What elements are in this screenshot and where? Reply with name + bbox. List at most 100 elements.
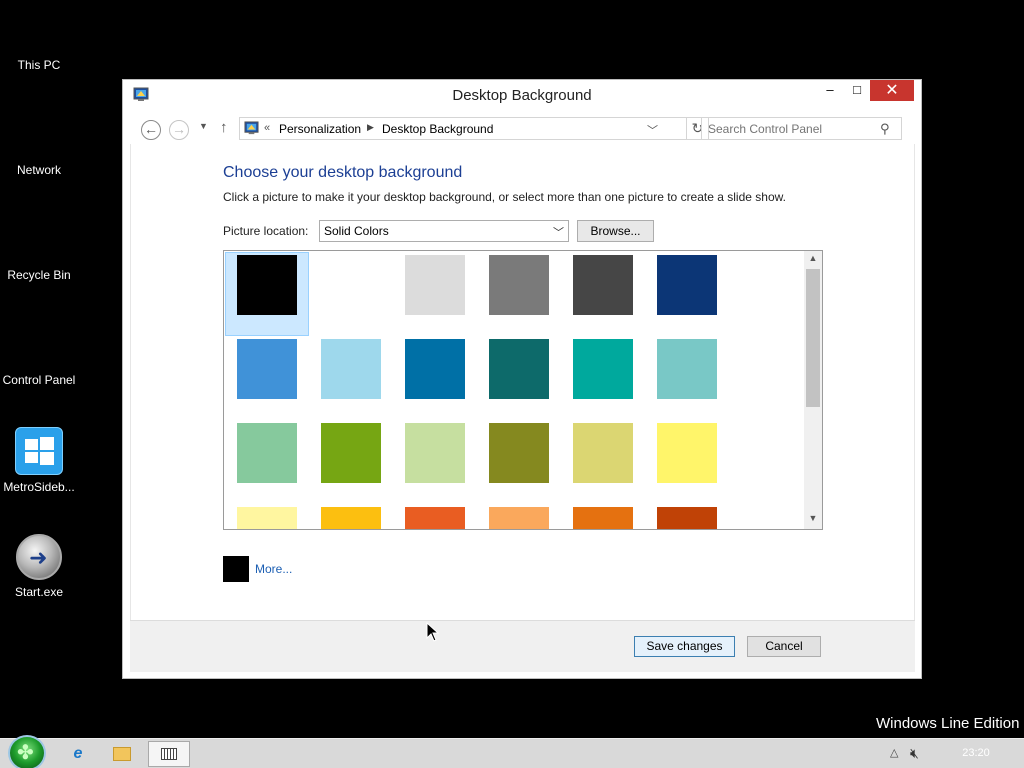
color-swatch-cell[interactable] — [225, 420, 309, 504]
breadcrumb-desktop-background[interactable]: Desktop Background — [382, 122, 493, 136]
title-bar[interactable]: Desktop Background – □ ✕ — [123, 80, 921, 110]
desktop-icon-start-exe[interactable]: ➜ Start.exe — [0, 534, 78, 599]
color-swatch-cell[interactable] — [225, 336, 309, 420]
windows-tile-icon — [15, 427, 63, 475]
more-colors-link[interactable]: More... — [255, 562, 292, 576]
color-swatch-cell[interactable] — [477, 504, 561, 529]
save-changes-button[interactable]: Save changes — [634, 636, 735, 657]
color-swatch — [489, 507, 549, 529]
system-clock[interactable]: 23:20 — [948, 747, 1004, 759]
minimize-button[interactable]: – — [817, 80, 843, 101]
color-swatch-cell[interactable] — [561, 336, 645, 420]
desktop-icon-recycle-bin[interactable]: Recycle Bin — [0, 268, 78, 282]
color-swatch — [237, 339, 297, 399]
taskbar: ✤ e △ 🔇︎ 23:20 — [0, 735, 1024, 768]
breadcrumb-separator-icon[interactable]: ▶ — [367, 122, 374, 133]
dialog-footer: Save changes Cancel — [130, 620, 915, 672]
desktop-background-window: Desktop Background – □ ✕ ← → ▼ ↑ « Perso… — [122, 79, 922, 679]
picture-location-select[interactable]: Solid Colors ﹀ — [319, 220, 569, 242]
desktop-icon-metrosidebar[interactable]: MetroSideb... — [0, 427, 78, 494]
taskbar-file-explorer[interactable] — [102, 741, 142, 767]
color-swatch-cell[interactable] — [309, 252, 393, 336]
desktop-icon-label: This PC — [17, 58, 61, 72]
breadcrumb-personalization[interactable]: Personalization — [279, 122, 361, 136]
file-explorer-icon — [113, 747, 131, 761]
color-swatch — [321, 255, 381, 315]
color-swatch — [573, 339, 633, 399]
color-swatch — [237, 255, 297, 315]
scroll-up-icon[interactable]: ▲ — [804, 253, 822, 267]
color-swatch-cell[interactable] — [309, 420, 393, 504]
cancel-button[interactable]: Cancel — [747, 636, 821, 657]
color-swatch — [237, 507, 297, 529]
color-swatch-cell[interactable] — [225, 504, 309, 529]
volume-muted-icon[interactable]: 🔇︎ — [910, 745, 919, 762]
color-swatch — [573, 507, 633, 529]
forward-arrow-icon[interactable]: → — [169, 120, 189, 140]
color-swatch-cell[interactable] — [477, 252, 561, 336]
window-title: Desktop Background — [452, 87, 592, 104]
browse-button[interactable]: Browse... — [577, 220, 654, 242]
color-swatch-cell[interactable] — [477, 420, 561, 504]
page-description: Click a picture to make it your desktop … — [223, 190, 786, 204]
search-box[interactable]: ⚲ — [701, 117, 902, 140]
color-swatch-cell[interactable] — [561, 504, 645, 529]
color-swatch — [573, 423, 633, 483]
color-swatch — [237, 423, 297, 483]
page-heading: Choose your desktop background — [223, 164, 463, 181]
color-swatch-cell[interactable] — [477, 336, 561, 420]
color-swatch-cell[interactable] — [393, 504, 477, 529]
close-button[interactable]: ✕ — [870, 80, 914, 101]
keyboard-icon — [161, 748, 177, 760]
vertical-scrollbar[interactable]: ▲ ▼ — [804, 251, 822, 529]
color-swatch-cell[interactable] — [309, 504, 393, 529]
address-bar[interactable]: « Personalization ▶ Desktop Background ﹀ — [239, 117, 687, 140]
show-hidden-icons-icon[interactable]: △ — [890, 746, 898, 759]
color-swatch-cell[interactable] — [561, 252, 645, 336]
maximize-button[interactable]: □ — [844, 80, 870, 101]
color-swatch — [489, 255, 549, 315]
color-swatch — [321, 507, 381, 529]
up-arrow-icon[interactable]: ↑ — [220, 119, 228, 136]
taskbar-keyboard-app[interactable] — [148, 741, 190, 767]
desktop-icon-label: Recycle Bin — [7, 268, 71, 282]
color-swatch — [573, 255, 633, 315]
picture-location-value: Solid Colors — [324, 224, 389, 238]
desktop-icon-control-panel[interactable]: Control Panel — [0, 373, 78, 387]
search-icon[interactable]: ⚲ — [880, 121, 890, 137]
desktop-icon-label: Network — [16, 163, 61, 177]
color-swatch-cell[interactable] — [393, 420, 477, 504]
color-swatch-cell[interactable] — [645, 420, 729, 504]
color-swatch-cell[interactable] — [393, 336, 477, 420]
color-swatch-cell[interactable] — [645, 252, 729, 336]
desktop-icon-this-pc[interactable]: This PC — [0, 58, 78, 72]
mouse-cursor-icon — [426, 622, 440, 642]
color-swatch — [657, 339, 717, 399]
color-swatch — [405, 423, 465, 483]
color-swatch-cell[interactable] — [225, 252, 309, 336]
color-swatch-cell[interactable] — [309, 336, 393, 420]
color-swatch-cell[interactable] — [645, 336, 729, 420]
picture-location-label: Picture location: — [223, 224, 309, 238]
current-color-swatch[interactable] — [223, 556, 249, 582]
main-content: Choose your desktop background Click a p… — [130, 144, 915, 620]
address-dropdown-icon[interactable]: ﹀ — [647, 122, 658, 138]
desktop-icon-network[interactable]: Network — [0, 163, 78, 177]
color-swatch-cell[interactable] — [645, 504, 729, 529]
taskbar-internet-explorer[interactable]: e — [58, 741, 98, 767]
internet-explorer-icon: e — [73, 745, 83, 762]
navigation-bar: ← → ▼ ↑ « Personalization ▶ Desktop Back… — [129, 110, 915, 144]
color-swatch — [657, 255, 717, 315]
back-arrow-icon[interactable]: ← — [141, 120, 161, 140]
breadcrumb-overflow-icon[interactable]: « — [264, 122, 270, 134]
color-swatch — [657, 507, 717, 529]
scroll-down-icon[interactable]: ▼ — [804, 513, 822, 527]
color-swatch — [405, 339, 465, 399]
color-swatch — [321, 339, 381, 399]
color-swatch-cell[interactable] — [561, 420, 645, 504]
color-swatch-cell[interactable] — [393, 252, 477, 336]
start-button[interactable]: ✤ — [8, 735, 46, 768]
search-input[interactable] — [702, 118, 877, 139]
recent-locations-dropdown-icon[interactable]: ▼ — [199, 121, 208, 131]
scroll-thumb[interactable] — [806, 269, 820, 407]
